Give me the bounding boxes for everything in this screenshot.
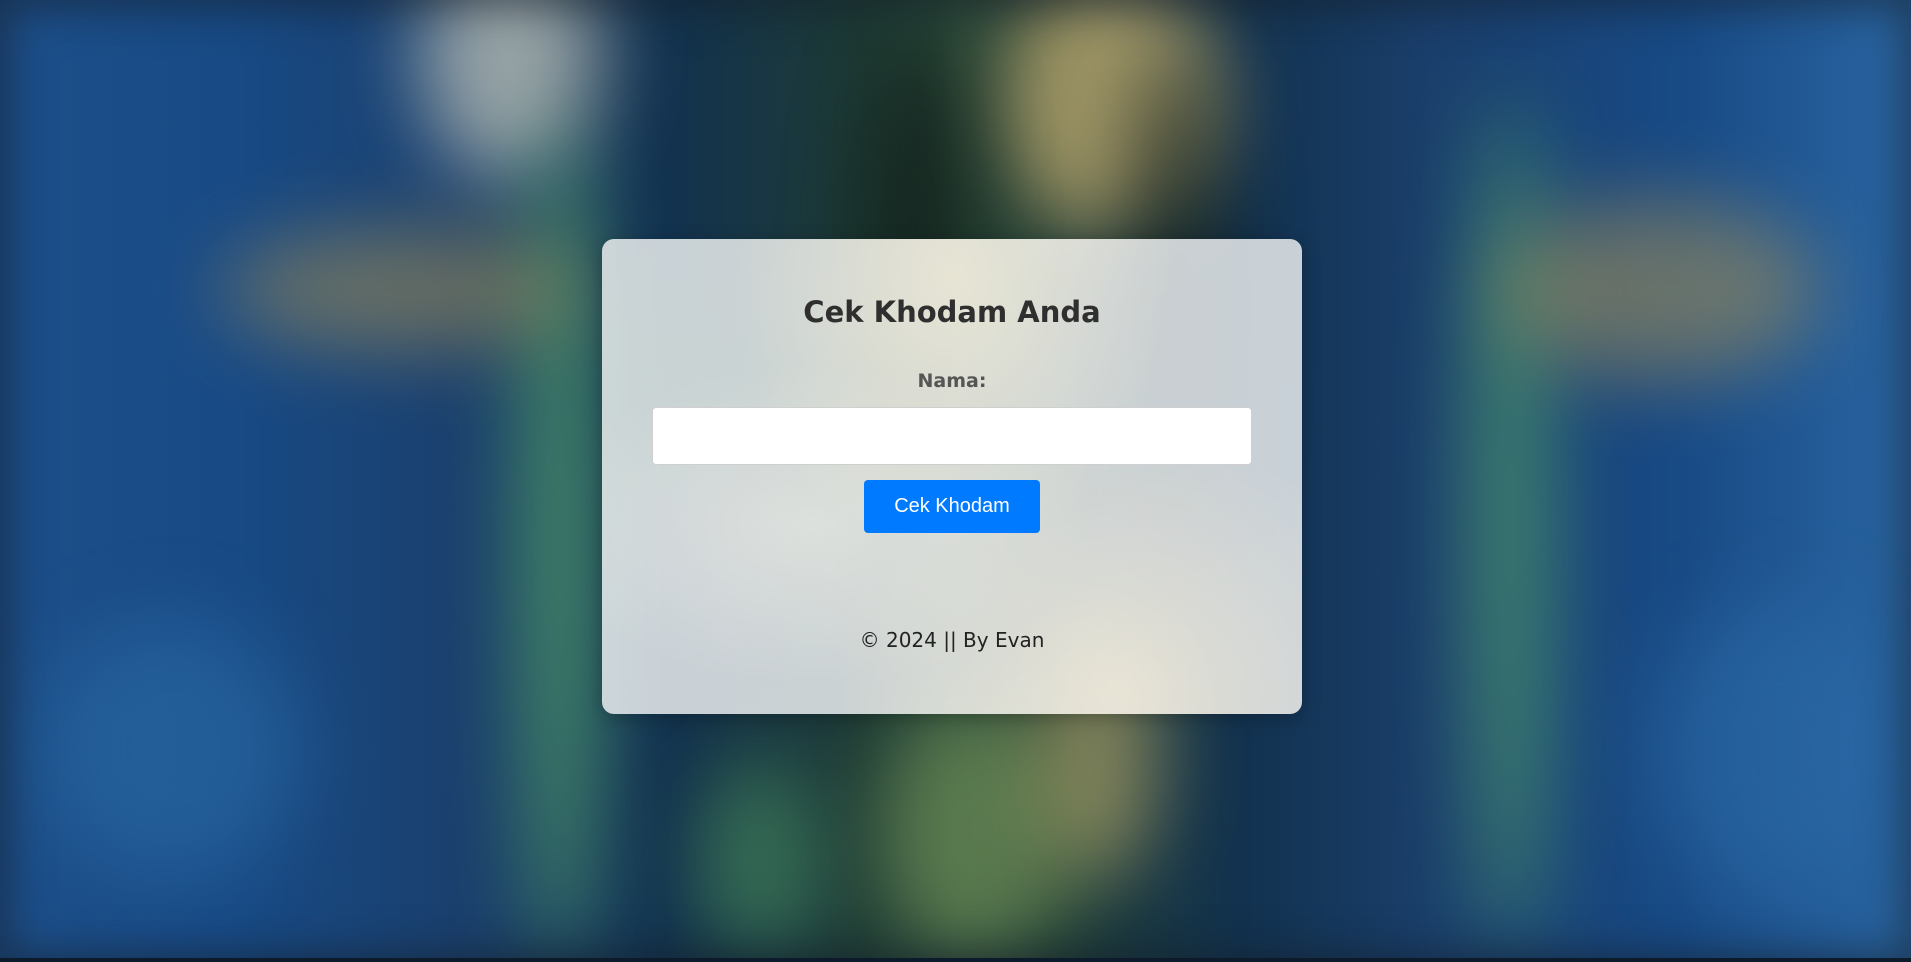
- cek-khodam-button[interactable]: Cek Khodam: [864, 480, 1040, 533]
- footer-copyright: © 2024 || By Evan: [859, 628, 1045, 652]
- page-bottom-edge: [0, 958, 1911, 962]
- name-label: Nama:: [917, 370, 987, 392]
- name-input[interactable]: [652, 407, 1252, 465]
- khodam-form-card: Cek Khodam Anda Nama: Cek Khodam © 2024 …: [602, 239, 1302, 714]
- page-title: Cek Khodam Anda: [803, 295, 1101, 329]
